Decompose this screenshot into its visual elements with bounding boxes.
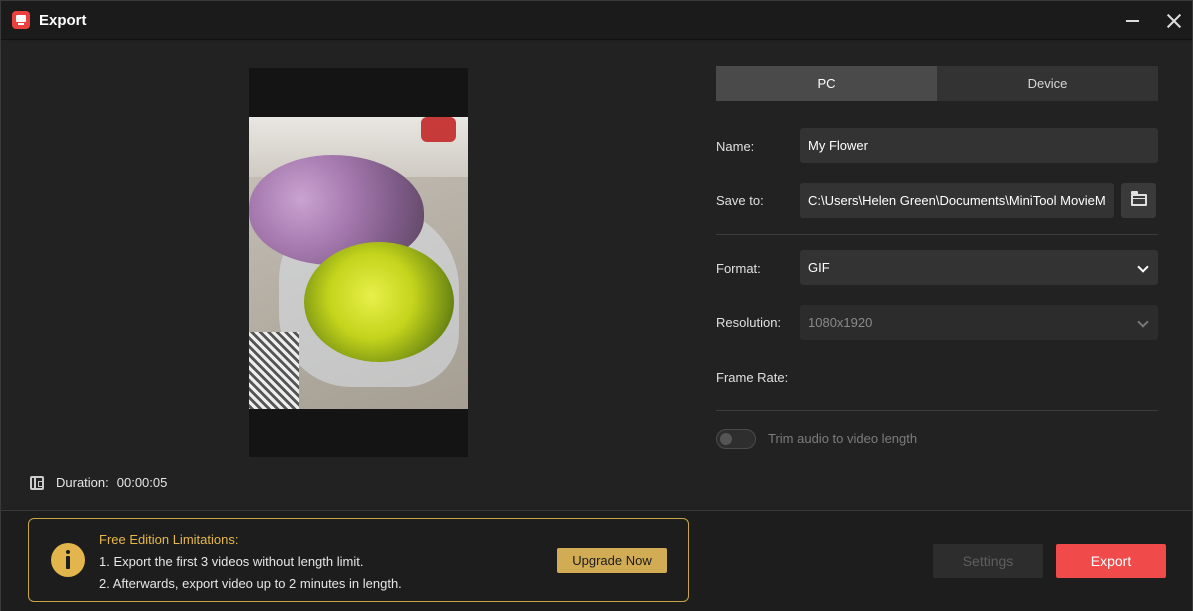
- film-icon: [30, 475, 44, 490]
- name-label: Name:: [716, 139, 755, 154]
- toggle-knob: [720, 433, 732, 445]
- folder-icon: [1131, 191, 1147, 206]
- divider: [716, 234, 1158, 235]
- frame-rate-label: Frame Rate:: [716, 370, 789, 385]
- export-target-tabs: PC Device: [716, 66, 1158, 101]
- resolution-value: 1080x1920: [808, 315, 873, 330]
- notice-title: Free Edition Limitations:: [99, 532, 239, 547]
- title-bar: Export: [1, 1, 1192, 40]
- chevron-down-icon: [1137, 316, 1149, 328]
- duration-info: Duration: 00:00:05: [30, 475, 167, 490]
- window-title: Export: [39, 12, 87, 29]
- name-input[interactable]: My Flower: [800, 128, 1158, 163]
- info-icon: [51, 543, 85, 577]
- resolution-label: Resolution:: [716, 315, 782, 330]
- minimize-icon[interactable]: [1119, 9, 1147, 33]
- settings-button: Settings: [933, 544, 1043, 578]
- save-path-input[interactable]: C:\Users\Helen Green\Documents\MiniTool …: [800, 183, 1114, 218]
- notice-line-1: 1. Export the first 3 videos without len…: [99, 554, 364, 569]
- divider: [716, 410, 1158, 411]
- export-button[interactable]: Export: [1056, 544, 1166, 578]
- trim-audio-label: Trim audio to video length: [768, 431, 918, 446]
- browse-folder-button[interactable]: [1121, 183, 1156, 218]
- duration-label: Duration:: [56, 475, 109, 490]
- export-dialog: Export Duration: 00:00:05 PC Device Name…: [0, 0, 1193, 611]
- format-value: GIF: [808, 260, 830, 275]
- notice-line-2: 2. Afterwards, export video up to 2 minu…: [99, 576, 402, 591]
- chevron-down-icon: [1137, 261, 1149, 273]
- upgrade-now-button[interactable]: Upgrade Now: [557, 548, 667, 573]
- app-logo-icon: [12, 11, 30, 29]
- close-icon[interactable]: [1161, 9, 1187, 33]
- preview-image: [249, 117, 468, 409]
- save-to-label: Save to:: [716, 193, 764, 208]
- tab-device[interactable]: Device: [937, 66, 1158, 101]
- format-label: Format:: [716, 261, 761, 276]
- format-select[interactable]: GIF: [800, 250, 1158, 285]
- tab-pc[interactable]: PC: [716, 66, 937, 101]
- duration-value: 00:00:05: [116, 475, 168, 490]
- trim-audio-toggle[interactable]: [716, 429, 756, 449]
- resolution-select: 1080x1920: [800, 305, 1158, 340]
